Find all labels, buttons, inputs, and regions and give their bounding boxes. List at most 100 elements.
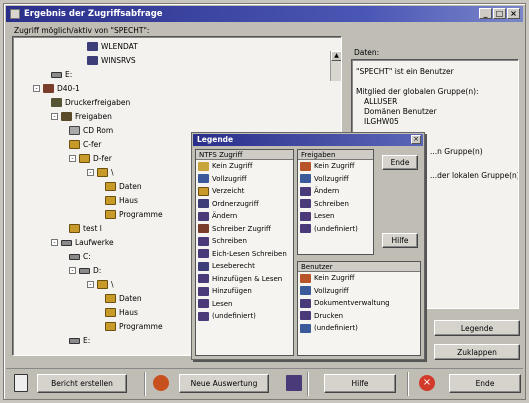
tree-item[interactable]: - Laufwerke: [51, 237, 114, 248]
tree-item[interactable]: Daten: [105, 181, 142, 192]
help-book-icon: [286, 375, 302, 391]
legend-item: Ändern: [298, 185, 373, 198]
legend-item-icon: [198, 236, 209, 246]
legend-item-label: Schreiben: [212, 237, 247, 246]
tree-item[interactable]: E:: [51, 69, 72, 80]
folder-icon: [79, 154, 90, 163]
legend-item-label: Vollzugriff: [314, 286, 349, 295]
tree-item[interactable]: Daten: [105, 293, 142, 304]
tree-item[interactable]: - D:: [69, 265, 101, 276]
system-menu-icon[interactable]: [10, 9, 20, 19]
close-button[interactable]: ×: [507, 8, 520, 19]
share-legend-list: Freigaben Kein Zugriff Vollzugriff Ändern S…: [297, 149, 374, 255]
legend-item: Eich-Lesen Schreiben: [196, 248, 293, 261]
tree-item-label: C:: [83, 252, 91, 261]
legend-item: Drucken: [298, 310, 420, 323]
data-line: ILGHW05: [364, 117, 399, 126]
data-line: "SPECHT" ist ein Benutzer: [356, 67, 454, 76]
legend-item-label: Hinzufügen & Lesen: [212, 274, 283, 283]
tree-item-label: \: [111, 168, 114, 177]
legend-item: Hinzufügen & Lesen: [196, 273, 293, 286]
tree-item-label: Laufwerke: [75, 238, 114, 247]
legend-item-label: Dokumentverwaltung: [314, 299, 390, 308]
legend-item: Ändern: [196, 210, 293, 223]
legend-item: Schreiber Zugriff: [196, 223, 293, 236]
folder-icon: [97, 168, 108, 177]
tree-item[interactable]: Programme: [105, 321, 163, 332]
tree-item[interactable]: - D40-1: [33, 83, 80, 94]
tree-item-label: Freigaben: [75, 112, 112, 121]
expand-toggle-icon[interactable]: -: [33, 85, 40, 92]
legend-item: (undefiniert): [298, 322, 420, 335]
tree-item-label: Druckerfreigaben: [65, 98, 131, 107]
printer-icon: [51, 98, 62, 107]
legend-item-icon: [198, 274, 209, 284]
tree-item[interactable]: Haus: [105, 195, 138, 206]
create-report-button[interactable]: Bericht erstellen: [37, 374, 127, 393]
legend-item: Kein Zugriff: [196, 160, 293, 173]
tree-item[interactable]: - Freigaben: [51, 111, 112, 122]
title-bar[interactable]: Ergebnis der Zugriffsabfrage _ □ ×: [6, 6, 523, 22]
tree-item[interactable]: WINSRVS: [87, 55, 136, 66]
tree-scrollbar[interactable]: ▲: [330, 51, 341, 81]
new-evaluation-button[interactable]: Neue Auswertung: [179, 374, 269, 393]
legend-item-label: Ändern: [314, 187, 340, 196]
tree-item-label: Daten: [119, 182, 142, 191]
tree-item[interactable]: C:: [69, 251, 91, 262]
tree-item-label: E:: [83, 336, 91, 345]
legend-item-label: Eich-Lesen Schreiben: [212, 249, 287, 258]
tree-item[interactable]: - D-fer: [69, 153, 112, 164]
tree-item[interactable]: - \: [87, 279, 114, 290]
tree-item[interactable]: E:: [69, 335, 90, 346]
legend-item-label: Hinzufügen: [212, 287, 252, 296]
tree-item-label: Programme: [119, 210, 163, 219]
expand-toggle-icon[interactable]: -: [69, 267, 76, 274]
legend-ende-button[interactable]: Ende: [382, 155, 418, 170]
tree-item-label: CD Rom: [83, 126, 114, 135]
drive-icon: [61, 239, 72, 246]
scroll-up-icon[interactable]: ▲: [331, 51, 341, 61]
new-evaluation-icon: [153, 375, 169, 391]
legend-item: Verzeicht: [196, 185, 293, 198]
legend-item: Ordnerzugriff: [196, 198, 293, 211]
tree-item[interactable]: WLENDAT: [87, 41, 138, 52]
tree-item-label: Haus: [119, 308, 138, 317]
tree-item[interactable]: Programme: [105, 209, 163, 220]
legend-item-icon: [300, 224, 311, 234]
server-icon: [43, 84, 54, 93]
legend-button[interactable]: Legende: [434, 320, 520, 336]
tree-item[interactable]: - \: [87, 167, 114, 178]
end-button[interactable]: Ende: [449, 374, 521, 393]
expand-toggle-icon[interactable]: -: [51, 239, 58, 246]
legend-close-icon[interactable]: ×: [411, 135, 421, 144]
legend-item-label: Ordnerzugriff: [212, 199, 259, 208]
tree-item[interactable]: Druckerfreigaben: [51, 97, 130, 108]
drive-icon: [51, 71, 62, 78]
legend-item-label: Schreiber Zugriff: [212, 224, 271, 233]
tree-item[interactable]: test l: [69, 223, 102, 234]
tree-item[interactable]: Haus: [105, 307, 138, 318]
tree-item-label: Daten: [119, 294, 142, 303]
collapse-button[interactable]: Zuklappen: [434, 344, 520, 360]
legend-item: Lesen: [298, 210, 373, 223]
legend-item-icon: [300, 199, 311, 209]
legend-item: Schreiben: [196, 235, 293, 248]
expand-toggle-icon[interactable]: -: [51, 113, 58, 120]
tree-item[interactable]: CD Rom: [69, 125, 113, 136]
folder-icon: [105, 210, 116, 219]
legend-item-icon: [300, 286, 311, 296]
help-button[interactable]: Hilfe: [324, 374, 396, 393]
expand-toggle-icon[interactable]: -: [69, 155, 76, 162]
expand-toggle-icon[interactable]: -: [87, 281, 94, 288]
tree-item[interactable]: C-fer: [69, 139, 101, 150]
legend-item-icon: [300, 323, 311, 333]
maximize-button[interactable]: □: [493, 8, 506, 19]
expand-toggle-icon[interactable]: -: [87, 169, 94, 176]
data-line: ...n Gruppe(n): [430, 147, 483, 156]
drive-icon: [79, 267, 90, 274]
legend-item-icon: [300, 186, 311, 196]
legend-help-button[interactable]: Hilfe: [382, 233, 418, 248]
minimize-button[interactable]: _: [479, 8, 492, 19]
legend-title[interactable]: Legende: [193, 134, 423, 146]
tree-item-label: test l: [83, 224, 102, 233]
